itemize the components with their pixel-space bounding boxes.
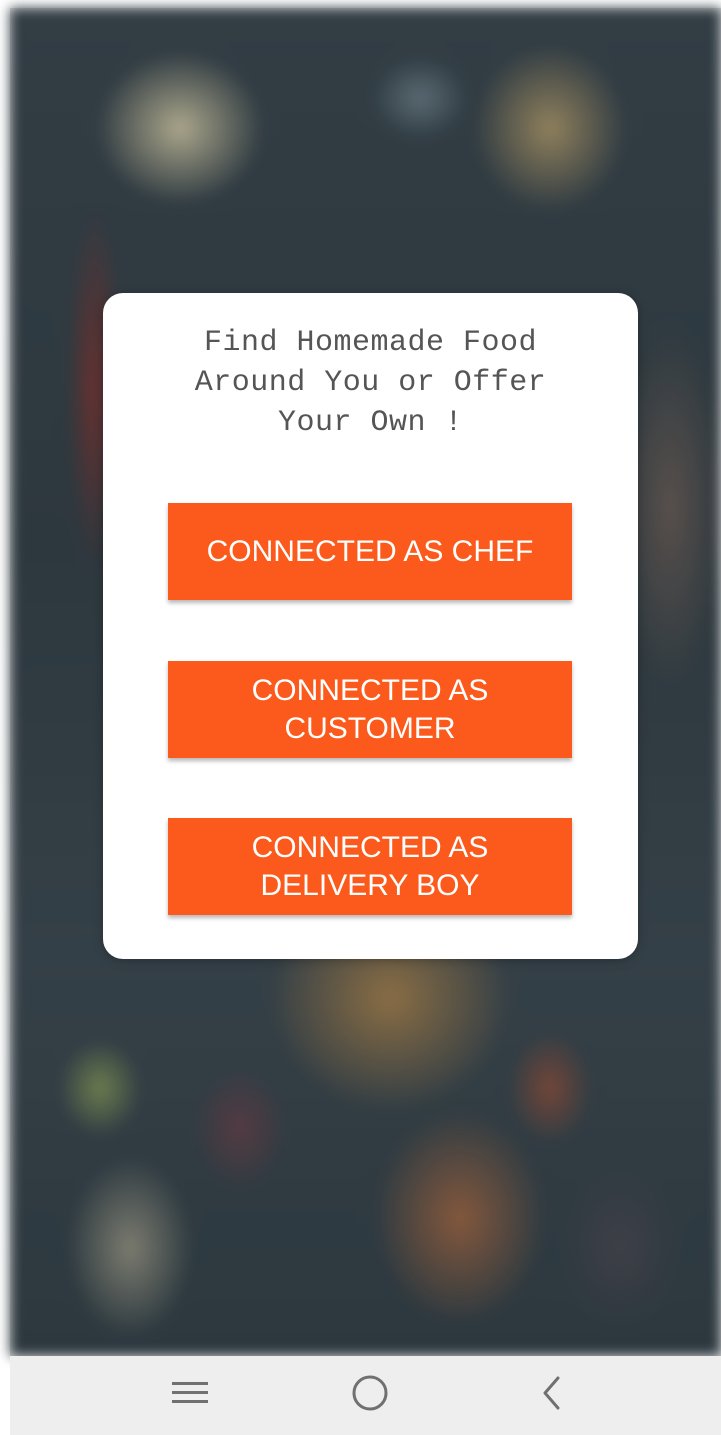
connect-as-chef-button[interactable]: CONNECTED AS CHEF [168,503,572,600]
headline: Find Homemade Food Around You or Offer Y… [103,323,638,443]
back-icon [537,1373,567,1418]
headline-line: Around You or Offer [194,366,547,400]
system-navigation-bar [10,1356,721,1435]
home-button[interactable] [310,1356,430,1435]
back-button[interactable] [492,1356,612,1435]
connect-as-delivery-boy-button[interactable]: CONNECTED AS DELIVERY BOY [168,818,572,915]
connect-as-chef-label: CONNECTED AS CHEF [206,534,534,568]
connect-as-customer-button[interactable]: CONNECTED AS CUSTOMER [168,661,572,758]
connect-as-delivery-boy-label: CONNECTED AS DELIVERY BOY [251,830,489,902]
headline-line: Find Homemade Food [203,326,538,360]
role-selection-card: Find Homemade Food Around You or Offer Y… [103,293,638,959]
headline-line: Your Own ! [277,406,464,440]
recent-apps-icon [170,1378,210,1413]
home-icon [350,1373,390,1418]
recent-apps-button[interactable] [130,1356,250,1435]
connect-as-customer-label: CONNECTED AS CUSTOMER [251,673,489,745]
